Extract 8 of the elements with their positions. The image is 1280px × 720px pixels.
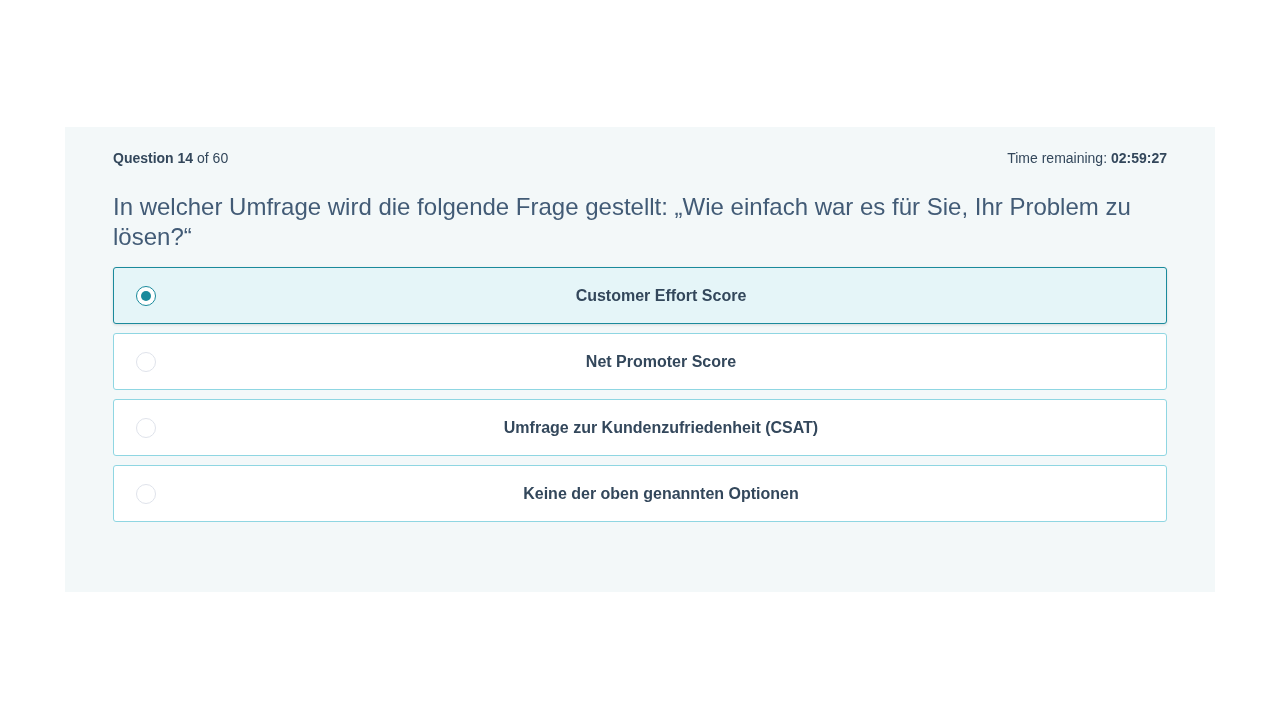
answer-option[interactable]: Customer Effort Score	[113, 267, 1167, 324]
answer-option[interactable]: Keine der oben genannten Optionen	[113, 465, 1167, 522]
time-remaining: Time remaining: 02:59:27	[1007, 148, 1167, 168]
question-text: In welcher Umfrage wird die folgende Frage gestellt: „Wie einfach war es für Sie, Ihr Problem zu lösen?“	[113, 192, 1132, 252]
answer-option[interactable]: Umfrage zur Kundenzufriedenheit (CSAT)	[113, 399, 1167, 456]
question-counter: Question 14 of 60	[113, 148, 229, 168]
radio-icon[interactable]	[136, 285, 156, 306]
answer-option[interactable]: Net Promoter Score	[113, 333, 1167, 390]
